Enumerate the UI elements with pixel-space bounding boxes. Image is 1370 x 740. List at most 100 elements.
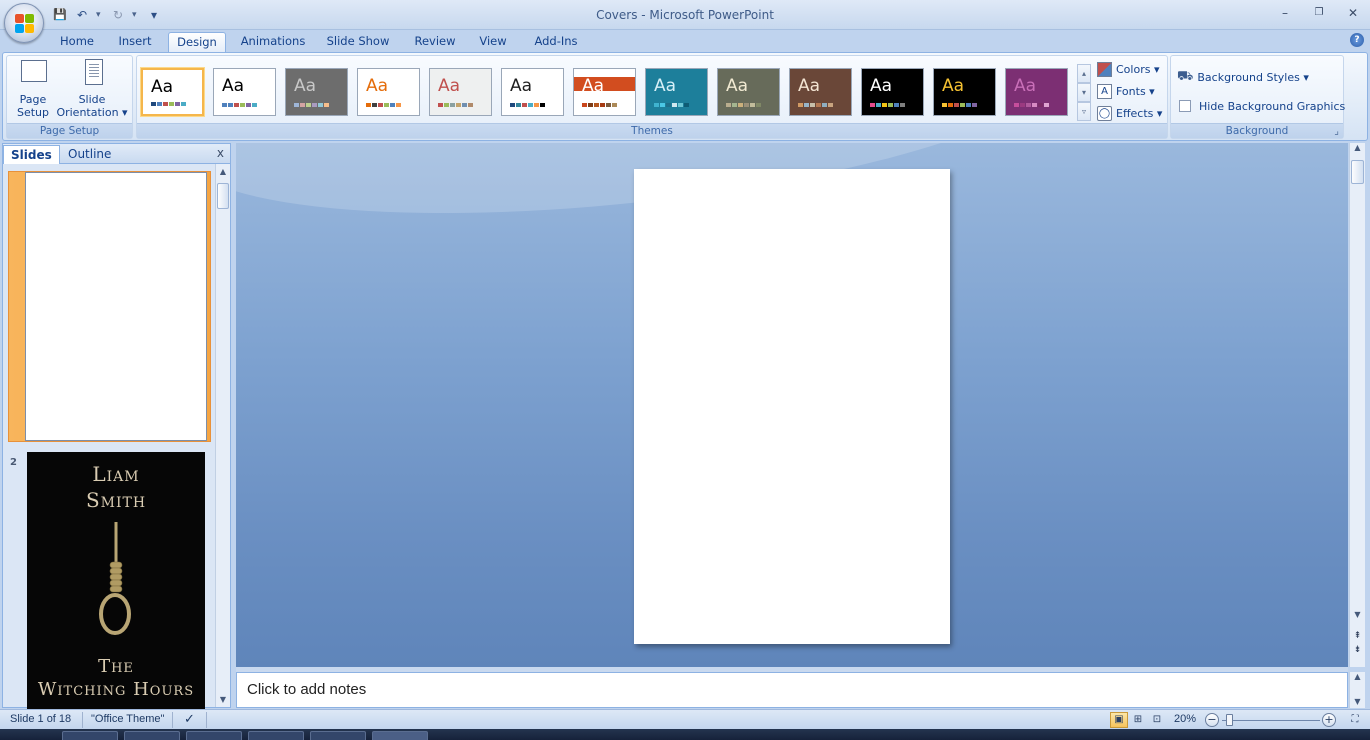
minimize-button[interactable]: –: [1268, 2, 1302, 24]
gallery-scroll-up-icon[interactable]: ▴: [1077, 64, 1091, 83]
taskbar-item[interactable]: [62, 731, 118, 740]
theme-swatch: [942, 103, 947, 107]
theme-swatch: [600, 103, 605, 107]
tab-home[interactable]: Home: [55, 32, 99, 52]
tab-insert[interactable]: Insert: [112, 32, 158, 52]
fonts-label: Fonts ▾: [1116, 84, 1155, 98]
tab-outline[interactable]: Outline: [61, 145, 118, 164]
notes-scroll-up-icon[interactable]: ▲: [1350, 672, 1365, 681]
notes-pane[interactable]: Click to add notes: [236, 672, 1348, 708]
theme-swatch: [1014, 103, 1019, 107]
colors-button[interactable]: Colors ▾: [1097, 60, 1159, 78]
theme-thumbnail[interactable]: Aa: [141, 68, 204, 116]
theme-thumbnail[interactable]: Aa: [573, 68, 636, 116]
theme-thumbnail[interactable]: Aa: [717, 68, 780, 116]
theme-swatch: [960, 103, 965, 107]
main-scrollbar[interactable]: ▲ ▼ ⇞ ⇟: [1349, 143, 1365, 667]
fonts-button[interactable]: A Fonts ▾: [1097, 82, 1155, 100]
tab-animations[interactable]: Animations: [238, 32, 308, 52]
gallery-scroll-down-icon[interactable]: ▾: [1077, 83, 1091, 102]
theme-thumbnail[interactable]: Aa: [501, 68, 564, 116]
zoom-slider-track[interactable]: [1222, 720, 1320, 721]
zoom-in-button[interactable]: +: [1322, 713, 1336, 727]
theme-thumbnail[interactable]: Aa: [789, 68, 852, 116]
scroll-thumb[interactable]: [217, 183, 229, 209]
theme-swatch: [660, 103, 665, 107]
notes-scroll-down-icon[interactable]: ▼: [1350, 697, 1365, 706]
page-setup-button[interactable]: Page Setup: [10, 59, 56, 119]
restore-button[interactable]: ❐: [1302, 2, 1336, 24]
taskbar-item[interactable]: [186, 731, 242, 740]
theme-swatch: [798, 103, 803, 107]
slide-sorter-view-button[interactable]: ⊞: [1129, 712, 1147, 728]
theme-color-swatches: [582, 103, 617, 107]
scroll-up-icon[interactable]: ▲: [216, 164, 230, 179]
slide-thumbnail-1[interactable]: [25, 172, 207, 441]
taskbar-item[interactable]: [372, 731, 428, 740]
effects-button[interactable]: ◯ Effects ▾: [1097, 104, 1162, 122]
spell-check-icon[interactable]: ✓: [184, 711, 195, 727]
tab-review[interactable]: Review: [410, 32, 460, 52]
scroll-down-icon[interactable]: ▼: [216, 692, 230, 707]
theme-swatch: [1032, 103, 1037, 107]
theme-swatch: [312, 103, 317, 107]
notes-placeholder[interactable]: Click to add notes: [247, 681, 366, 698]
main-scroll-down-icon[interactable]: ▼: [1350, 610, 1365, 619]
theme-swatch: [588, 103, 593, 107]
help-icon[interactable]: ?: [1350, 33, 1364, 47]
theme-swatch: [318, 103, 323, 107]
theme-thumbnail[interactable]: Aa: [933, 68, 996, 116]
taskbar-item[interactable]: [124, 731, 180, 740]
tab-view[interactable]: View: [474, 32, 512, 52]
close-button[interactable]: ✕: [1336, 2, 1370, 24]
theme-color-swatches: [870, 103, 905, 107]
main-scroll-thumb[interactable]: [1351, 160, 1364, 184]
theme-thumbnail[interactable]: Aa: [285, 68, 348, 116]
page-setup-group-label: Page Setup: [7, 123, 132, 138]
main-scroll-up-icon[interactable]: ▲: [1350, 143, 1365, 157]
theme-thumbnail[interactable]: Aa: [645, 68, 708, 116]
zoom-level[interactable]: 20%: [1174, 713, 1196, 725]
fit-to-window-icon[interactable]: ⛶: [1346, 712, 1364, 728]
slides-pane-scrollbar[interactable]: ▲ ▼: [215, 164, 230, 707]
normal-view-button[interactable]: ▣: [1110, 712, 1128, 728]
gallery-more-icon[interactable]: ▿: [1077, 102, 1091, 121]
noose-image: [99, 522, 131, 635]
theme-swatch: [1038, 103, 1043, 107]
theme-swatch: [468, 103, 473, 107]
theme-thumbnail[interactable]: Aa: [861, 68, 924, 116]
tab-add-ins[interactable]: Add-Ins: [528, 32, 584, 52]
theme-swatch: [882, 103, 887, 107]
taskbar-item[interactable]: [310, 731, 366, 740]
current-slide-canvas[interactable]: [634, 169, 950, 644]
slide-show-view-button[interactable]: ⊡: [1148, 712, 1166, 728]
theme-swatch: [175, 102, 180, 106]
zoom-out-button[interactable]: −: [1205, 713, 1219, 727]
taskbar-item[interactable]: [248, 731, 304, 740]
tab-slide-show[interactable]: Slide Show: [322, 32, 394, 52]
hide-background-graphics-checkbox[interactable]: [1179, 100, 1191, 112]
taskbar: [0, 729, 1370, 740]
theme-thumbnail[interactable]: Aa: [429, 68, 492, 116]
office-button[interactable]: [4, 3, 44, 43]
background-styles-button[interactable]: ⛟ Background Styles ▾: [1177, 68, 1309, 86]
slide-thumbnail-2[interactable]: Liam Smith The Witching Hours: [27, 452, 205, 712]
tab-design[interactable]: Design: [168, 32, 226, 52]
next-slide-icon[interactable]: ⇟: [1350, 645, 1365, 655]
tab-slides[interactable]: Slides: [3, 145, 60, 164]
theme-thumbnail[interactable]: Aa: [1005, 68, 1068, 116]
theme-swatch: [900, 103, 905, 107]
notes-scrollbar[interactable]: ▲ ▼: [1349, 672, 1365, 708]
close-pane-icon[interactable]: x: [217, 146, 224, 160]
ribbon: Page Setup Slide Orientation ▾ Page Setu…: [2, 52, 1368, 141]
slide-orientation-button[interactable]: Slide Orientation ▾: [55, 59, 129, 119]
previous-slide-icon[interactable]: ⇞: [1350, 631, 1365, 641]
theme-thumbnail[interactable]: Aa: [213, 68, 276, 116]
dialog-launcher-icon[interactable]: ⌟: [1334, 126, 1339, 137]
theme-name: "Office Theme": [91, 713, 165, 725]
theme-swatch: [384, 103, 389, 107]
hide-background-graphics[interactable]: Hide Background Graphics: [1179, 97, 1345, 115]
zoom-slider-thumb[interactable]: [1226, 714, 1233, 726]
theme-color-swatches: [438, 103, 473, 107]
theme-thumbnail[interactable]: Aa: [357, 68, 420, 116]
